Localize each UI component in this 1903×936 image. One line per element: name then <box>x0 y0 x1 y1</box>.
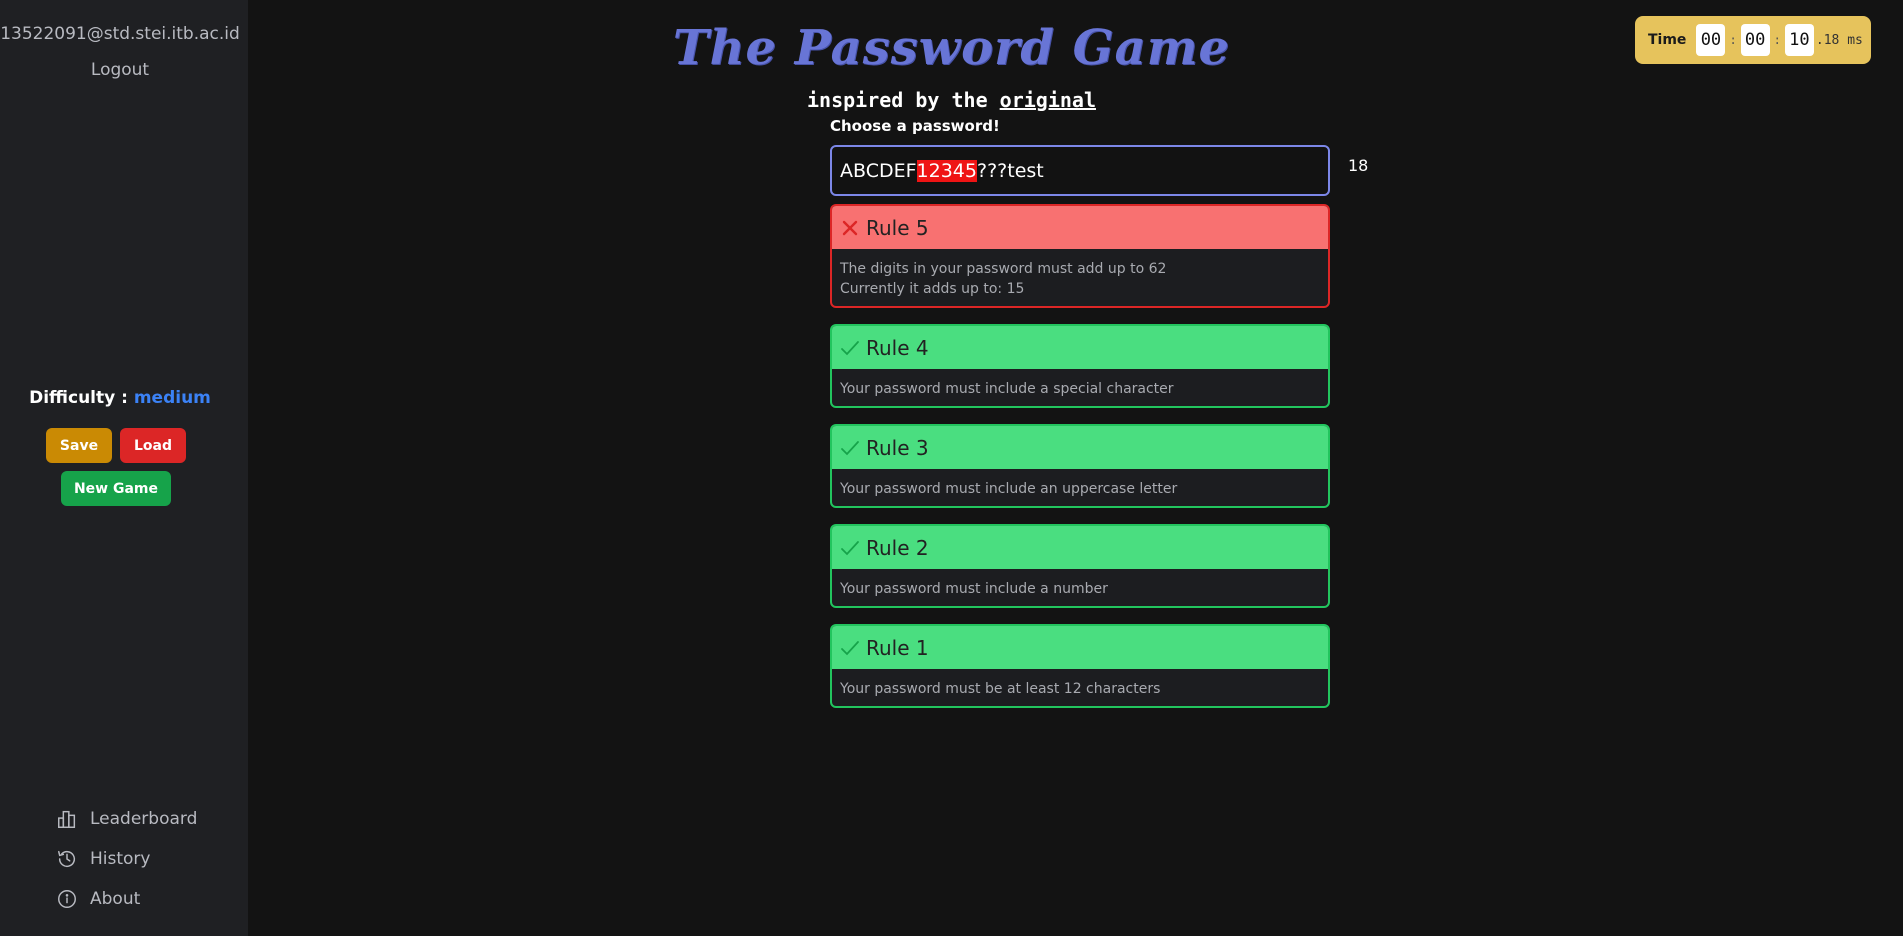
rule-title: Rule 1 <box>866 635 929 660</box>
rule-header: Rule 4 <box>832 326 1328 369</box>
nav-leaderboard-label: Leaderboard <box>90 809 198 829</box>
password-digits-highlight: 12345 <box>916 159 977 182</box>
nav-about[interactable]: About <box>56 888 140 910</box>
rule-card-3: Rule 3 Your password must include an upp… <box>830 424 1330 508</box>
info-icon <box>58 890 76 908</box>
rule-header: Rule 1 <box>832 626 1328 669</box>
original-link[interactable]: original <box>1000 88 1096 112</box>
rule-text: Your password must include an uppercase … <box>840 481 1178 497</box>
rule-card-1: Rule 1 Your password must be at least 12… <box>830 624 1330 708</box>
page-title: The Password Game <box>672 20 1231 76</box>
rule-card-2: Rule 2 Your password must include a numb… <box>830 524 1330 608</box>
difficulty-value: medium <box>133 388 211 408</box>
load-button[interactable]: Load <box>120 428 186 463</box>
nav-history[interactable]: History <box>56 848 150 870</box>
history-icon <box>58 850 76 868</box>
rule-text: Your password must include a special cha… <box>840 381 1174 397</box>
difficulty-display: Difficulty : medium <box>0 388 240 408</box>
rule-card-4: Rule 4 Your password must include a spec… <box>830 324 1330 408</box>
rule-description: The digits in your password must add up … <box>832 249 1328 306</box>
cross-icon <box>842 220 858 235</box>
rule-text: Your password must be at least 12 charac… <box>840 681 1161 697</box>
rule-text: Your password must include a number <box>840 581 1108 597</box>
subtitle-text: inspired by the <box>807 88 1000 112</box>
page-subtitle: inspired by the original <box>0 88 1903 112</box>
check-icon <box>841 440 859 455</box>
password-length-counter: 18 <box>1348 156 1369 175</box>
nav-about-label: About <box>90 889 141 909</box>
new-game-button[interactable]: New Game <box>61 471 171 506</box>
rule-current-sum: Currently it adds up to: 15 <box>840 281 1025 297</box>
nav-leaderboard[interactable]: Leaderboard <box>56 808 197 830</box>
nav-history-label: History <box>90 849 151 869</box>
password-text-before: ABCDEF <box>840 159 917 182</box>
rule-header: Rule 5 <box>832 206 1328 249</box>
difficulty-label: Difficulty : <box>29 388 134 408</box>
sidebar: 13522091@std.stei.itb.ac.id Logout Diffi… <box>0 0 248 936</box>
rule-title: Rule 5 <box>866 215 929 240</box>
rule-title: Rule 3 <box>866 435 929 460</box>
password-input[interactable]: ABCDEF 12345 ???test <box>830 145 1330 196</box>
password-text-after: ???test <box>976 159 1044 182</box>
rule-card-5: Rule 5 The digits in your password must … <box>830 204 1330 308</box>
check-icon <box>841 340 859 355</box>
rule-title: Rule 2 <box>866 535 929 560</box>
rule-title: Rule 4 <box>866 335 929 360</box>
rule-header: Rule 3 <box>832 426 1328 469</box>
check-icon <box>841 540 859 555</box>
save-button[interactable]: Save <box>46 428 112 463</box>
rule-text: The digits in your password must add up … <box>840 261 1167 277</box>
rule-header: Rule 2 <box>832 526 1328 569</box>
bar-chart-icon <box>58 810 76 828</box>
check-icon <box>841 640 859 655</box>
password-label: Choose a password! <box>830 117 1000 135</box>
